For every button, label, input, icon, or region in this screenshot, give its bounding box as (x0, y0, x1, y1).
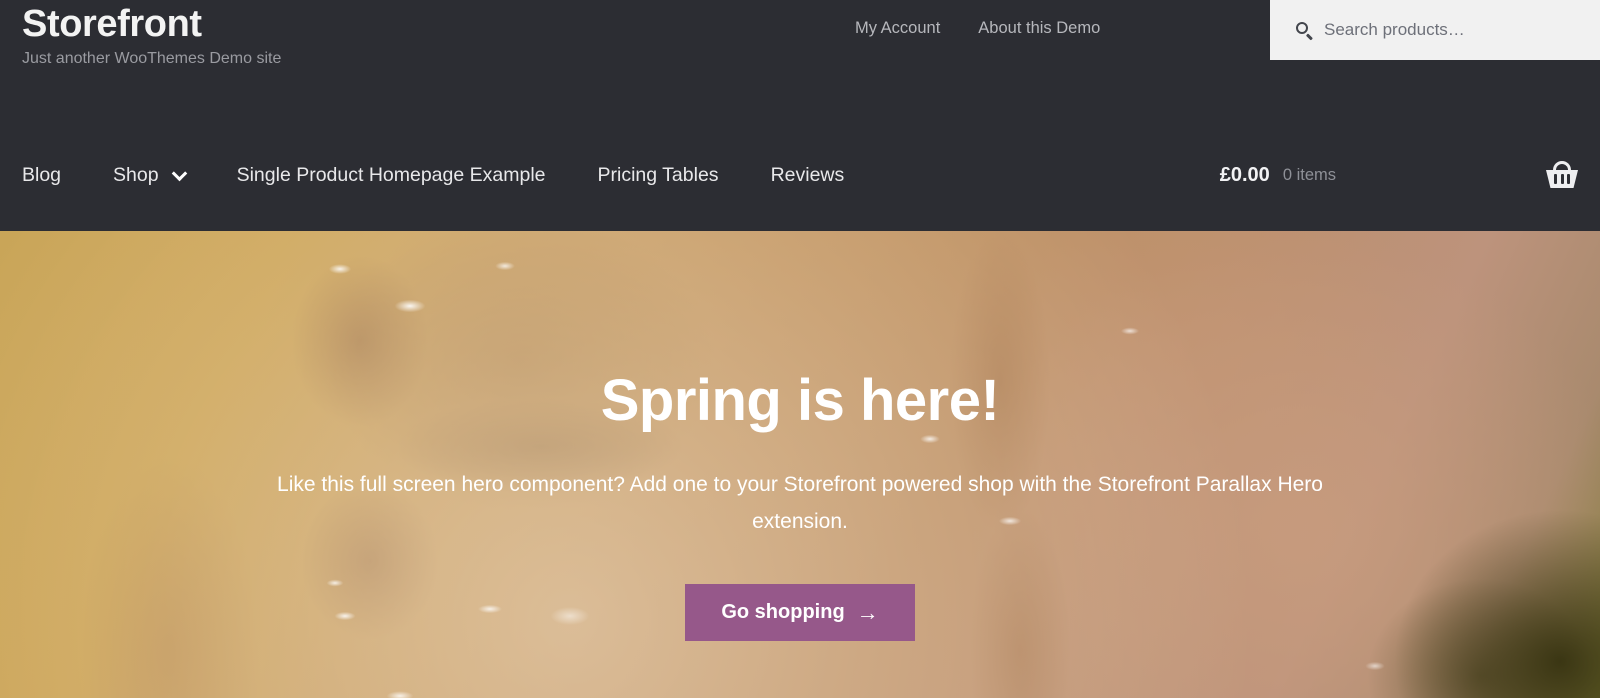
primary-navigation: Blog Shop Single Product Homepage Exampl… (0, 118, 1600, 231)
nav-link-reviews[interactable]: Reviews (771, 163, 845, 187)
site-tagline: Just another WooThemes Demo site (22, 50, 282, 67)
nav-link-shop[interactable]: Shop (113, 163, 159, 187)
nav-link-pricing-tables[interactable]: Pricing Tables (598, 163, 719, 187)
nav-item-single-product-homepage-example[interactable]: Single Product Homepage Example (237, 163, 546, 187)
shopping-basket-icon[interactable] (1546, 161, 1578, 188)
secondary-nav-item-my-account[interactable]: My Account (855, 14, 940, 42)
cart-total-amount: £0.00 (1219, 163, 1270, 186)
nav-item-blog[interactable]: Blog (22, 163, 61, 187)
nav-item-pricing-tables[interactable]: Pricing Tables (598, 163, 719, 187)
hero-content: Spring is here! Like this full screen he… (0, 231, 1600, 698)
go-shopping-button-label: Go shopping (721, 601, 845, 623)
site-title[interactable]: Storefront (22, 2, 281, 47)
header-top-row: Storefront Just another WooThemes Demo s… (0, 0, 1600, 118)
search-input[interactable] (1324, 20, 1574, 40)
cart-contents[interactable]: £0.00 0 items (1220, 118, 1578, 231)
search-icon (1296, 21, 1313, 40)
site-header: Storefront Just another WooThemes Demo s… (0, 0, 1600, 231)
arrow-right-icon: → (856, 600, 879, 625)
hero-description: Like this full screen hero component? Ad… (277, 473, 1323, 533)
parallax-hero-section: Spring is here! Like this full screen he… (0, 231, 1600, 698)
secondary-nav-item-about-this-demo[interactable]: About this Demo (978, 14, 1100, 42)
nav-item-reviews[interactable]: Reviews (771, 163, 845, 187)
chevron-down-icon[interactable] (171, 165, 187, 181)
primary-nav-list: Blog Shop Single Product Homepage Exampl… (0, 163, 896, 187)
storefront-demo-page: Storefront Just another WooThemes Demo s… (0, 0, 1600, 698)
go-shopping-button[interactable]: Go shopping → (685, 584, 915, 641)
nav-link-single-product-homepage-example[interactable]: Single Product Homepage Example (237, 163, 546, 187)
product-search-form[interactable] (1270, 0, 1600, 60)
site-branding: Storefront Just another WooThemes Demo s… (22, 2, 281, 70)
nav-item-shop[interactable]: Shop (113, 163, 187, 187)
cart-item-count: 0 items (1282, 165, 1336, 184)
secondary-navigation: My Account About this Demo (855, 14, 1100, 42)
nav-link-blog[interactable]: Blog (22, 163, 61, 187)
hero-title: Spring is here! (600, 368, 1000, 433)
